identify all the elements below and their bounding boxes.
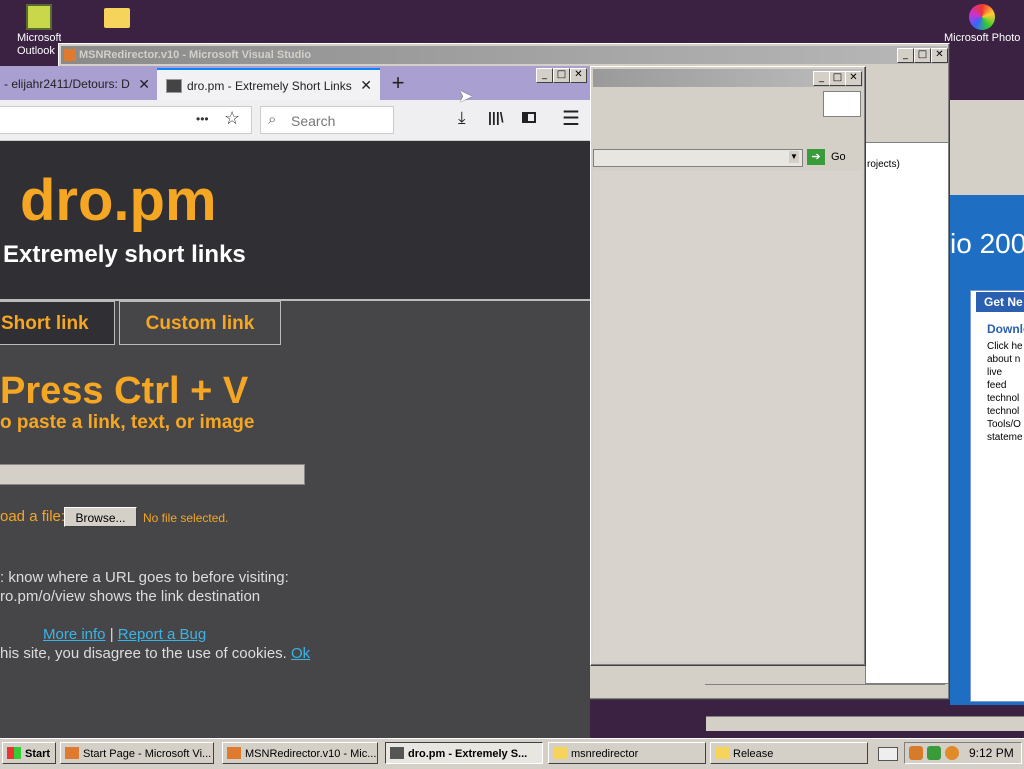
tray-network-icon[interactable] (909, 746, 923, 760)
link-separator: | (109, 626, 114, 643)
tab-label: - elijahr2411/Detours: Dete (4, 77, 130, 91)
mouse-cursor-icon: ➤ (458, 86, 474, 106)
taskbar-button-msnredirector-folder[interactable]: msnredirector (548, 742, 706, 764)
cookie-notice: his site, you disagree to the use of coo… (0, 645, 310, 662)
paste-textarea[interactable] (0, 464, 305, 485)
url-bar[interactable] (0, 106, 252, 134)
vs-title: MSNRedirector.v10 - Microsoft Visual Stu… (79, 49, 312, 61)
firefox-window: - elijahr2411/Detours: Dete ✕ dro.pm - E… (0, 66, 590, 738)
info-line-1: : know where a URL goes to before visiti… (0, 569, 289, 586)
nav-toolbar: ••• ☆ ⌕ Search ⤓ |||\ ☰ (0, 100, 590, 141)
go-button[interactable]: Go (831, 151, 846, 163)
search-icon: ⌕ (268, 111, 277, 128)
upload-label: oad a file: (0, 508, 66, 525)
get-news-header: Get Ne (976, 292, 1024, 312)
tab-strip: - elijahr2411/Detours: Dete ✕ dro.pm - E… (0, 66, 590, 100)
new-tab-button[interactable]: + (388, 70, 408, 96)
browser-icon (390, 747, 404, 759)
site-logo[interactable]: dro.pm (20, 169, 217, 233)
projects-text: rojects) (867, 159, 900, 170)
desktop-icon-label: Microsoft Outlook (17, 32, 61, 57)
dropm-favicon-icon (166, 79, 182, 93)
address-dropdown[interactable] (593, 149, 803, 167)
clock[interactable]: 9:12 PM (969, 743, 1014, 763)
folder-icon (553, 747, 567, 759)
inner-content (593, 171, 861, 661)
taskbar: Start Start Page - Microsoft Vi... MSNRe… (0, 738, 1024, 769)
folder-icon (715, 747, 729, 759)
page-content: dro.pm Extremely short links Short link … (0, 141, 590, 738)
dropdown-arrow-icon[interactable]: ▼ (789, 151, 799, 163)
taskbar-button-firefox[interactable]: dro.pm - Extremely S... (385, 742, 543, 764)
vs-output-strip (705, 684, 945, 697)
vs-icon (65, 747, 79, 759)
minimize-button[interactable]: _ (813, 71, 830, 86)
browse-button[interactable]: Browse... (64, 507, 137, 527)
no-file-text: No file selected. (143, 511, 229, 525)
bookmark-star-icon[interactable]: ☆ (224, 108, 240, 129)
more-info-link[interactable]: More info (43, 626, 106, 643)
press-heading: Press Ctrl + V (0, 370, 249, 412)
tray-shield-icon[interactable] (927, 746, 941, 760)
desktop-icon-label: Microsoft Photo Editor (944, 32, 1024, 44)
desktop-icon-folder[interactable] (82, 4, 152, 30)
close-icon[interactable]: ✕ (360, 70, 372, 100)
info-line-2: ro.pm/o/view shows the link destination (0, 588, 261, 605)
go-icon[interactable]: ➔ (807, 149, 825, 165)
close-icon[interactable]: ✕ (138, 68, 150, 100)
windows-logo-icon (823, 91, 861, 117)
taskbar-button-start-page[interactable]: Start Page - Microsoft Vi... (60, 742, 214, 764)
keyboard-icon[interactable] (878, 747, 898, 761)
paste-hint: o paste a link, text, or image (0, 412, 255, 433)
taskbar-button-release-folder[interactable]: Release (710, 742, 868, 764)
close-button[interactable]: ✕ (845, 71, 862, 86)
minimize-button[interactable]: _ (536, 68, 553, 83)
photo-editor-icon (969, 4, 995, 30)
start-page-banner: io 200 (950, 228, 1024, 259)
tray-search-icon[interactable] (945, 746, 959, 760)
close-button[interactable]: ✕ (931, 48, 948, 63)
windows-flag-icon (7, 747, 21, 759)
tab-custom-link[interactable]: Custom link (119, 301, 281, 345)
maximize-button[interactable]: □ (914, 48, 931, 63)
site-tagline: Extremely short links (3, 241, 246, 268)
page-actions-icon[interactable]: ••• (196, 112, 209, 126)
cookie-text: his site, you disagree to the use of coo… (0, 645, 287, 662)
tab-label: dro.pm - Extremely Short Links (187, 79, 352, 93)
menu-icon[interactable]: ☰ (562, 106, 580, 131)
folder-icon (104, 8, 130, 28)
minimize-button[interactable]: _ (897, 48, 914, 63)
vs-app-icon (64, 49, 76, 61)
solution-explorer-panel (865, 142, 949, 684)
close-button[interactable]: ✕ (570, 68, 587, 83)
report-bug-link[interactable]: Report a Bug (118, 626, 206, 643)
vs-titlebar[interactable]: MSNRedirector.v10 - Microsoft Visual Stu… (61, 46, 947, 64)
tab-short-link[interactable]: Short link (0, 301, 115, 345)
footer-links: More info | Report a Bug (43, 626, 206, 643)
system-tray: 9:12 PM (904, 742, 1022, 764)
outlook-icon (26, 4, 52, 30)
maximize-button[interactable]: □ (829, 71, 846, 86)
cookie-ok-link[interactable]: Ok (291, 645, 310, 662)
taskbar-button-msnredirector-vs[interactable]: MSNRedirector.v10 - Mic... (222, 742, 378, 764)
horizontal-scrollbar[interactable] (706, 716, 1024, 731)
download-text: Click he about n live feed technol techn… (987, 341, 1023, 443)
download-heading[interactable]: Downlo (987, 322, 1024, 336)
sidebar-icon[interactable] (522, 112, 536, 123)
tab-detours[interactable]: - elijahr2411/Detours: Dete ✕ (0, 68, 156, 100)
search-box[interactable]: ⌕ Search (260, 106, 394, 134)
vs-right-toolbar (950, 100, 1024, 195)
search-placeholder: Search (291, 113, 336, 129)
tab-dropm[interactable]: dro.pm - Extremely Short Links ✕ (157, 68, 380, 100)
vs-icon (227, 747, 241, 759)
start-button[interactable]: Start (2, 742, 56, 764)
maximize-button[interactable]: □ (553, 68, 570, 83)
desktop-icon-photo-editor[interactable]: Microsoft Photo Editor (940, 4, 1024, 46)
download-icon[interactable]: ⤓ (458, 108, 466, 128)
library-icon[interactable]: |||\ (488, 109, 504, 125)
inner-browser-window: _ □ ✕ ▼ ➔ Go (590, 66, 866, 666)
